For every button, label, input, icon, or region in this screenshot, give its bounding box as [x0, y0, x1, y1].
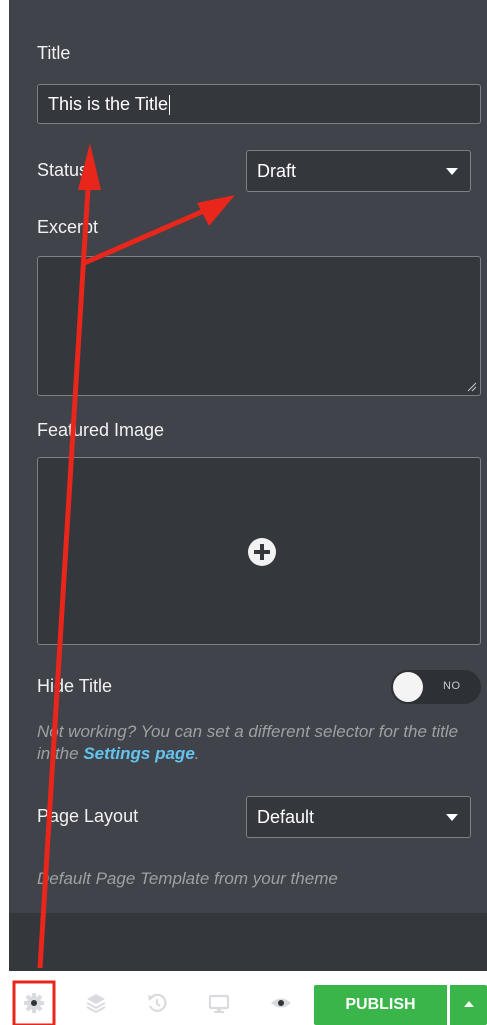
page-layout-select-value: Default [257, 807, 315, 827]
history-icon[interactable] [145, 990, 169, 1016]
dropdown-arrow-icon [446, 168, 458, 175]
responsive-mode-icon[interactable] [207, 990, 231, 1016]
preview-eye-icon[interactable] [269, 990, 293, 1016]
featured-image-dropzone[interactable] [37, 457, 481, 645]
title-input-value: This is the Title [48, 94, 169, 114]
add-image-icon[interactable] [248, 538, 276, 566]
featured-image-label: Featured Image [37, 420, 165, 440]
note-period: . [194, 744, 200, 763]
title-label: Title [37, 43, 71, 63]
title-input[interactable]: This is the Title [37, 84, 481, 124]
page-layout-note: Default Page Template from your theme [37, 869, 338, 888]
text-cursor [169, 95, 171, 116]
toggle-state-text: NO [443, 680, 461, 692]
hide-title-label: Hide Title [37, 676, 113, 696]
page-layout-label: Page Layout [37, 806, 139, 826]
resize-handle-icon[interactable] [467, 382, 477, 392]
dropdown-arrow-icon [446, 814, 458, 821]
publish-button[interactable]: PUBLISH [314, 985, 447, 1025]
hide-title-note: Not working? You can set a different sel… [37, 721, 475, 765]
panel-footer-spacer [9, 913, 487, 971]
status-select-value: Draft [257, 161, 297, 181]
hide-title-toggle[interactable]: NO [391, 670, 481, 704]
publish-options-button[interactable] [450, 985, 487, 1025]
settings-icon[interactable] [22, 990, 46, 1016]
excerpt-textarea[interactable] [37, 256, 481, 396]
status-label: Status [37, 160, 89, 180]
layers-icon[interactable] [84, 990, 108, 1016]
settings-page-link[interactable]: Settings page [83, 744, 194, 763]
page-settings-panel: Title This is the Title Status Draft Exc… [9, 0, 487, 913]
status-select[interactable]: Draft [246, 150, 471, 192]
excerpt-label: Excerpt [37, 217, 99, 237]
toggle-knob [393, 672, 423, 702]
page-layout-select[interactable]: Default [246, 796, 471, 838]
